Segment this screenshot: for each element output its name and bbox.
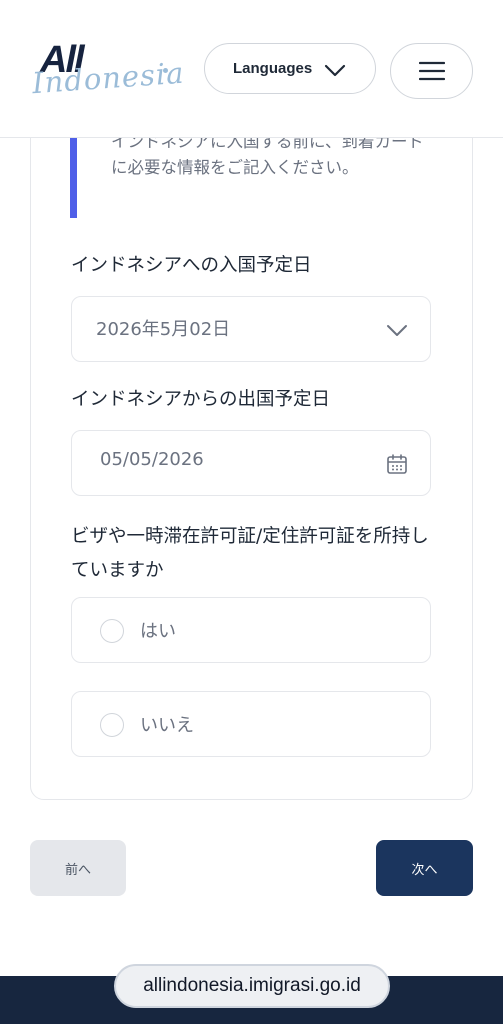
all-indonesia-logo[interactable]: All Indonesia (31, 38, 185, 102)
radio-option-no[interactable]: いいえ (71, 691, 431, 757)
hamburger-menu-icon (419, 61, 445, 81)
arrival-date-label: インドネシアへの入国予定日 (71, 255, 312, 276)
calendar-icon[interactable] (386, 453, 408, 475)
radio-button[interactable] (100, 619, 124, 643)
menu-button[interactable] (390, 43, 473, 99)
arrival-date-select[interactable]: 2026年5月02日 (71, 296, 431, 362)
departure-date-input[interactable]: 05/05/2026 (71, 430, 431, 496)
radio-label-yes: はい (140, 621, 176, 642)
visa-question-label: ビザや一時滞在許可証/定住許可証を所持していますか (71, 526, 429, 581)
languages-label: Languages (233, 60, 313, 77)
logo-dot (163, 68, 168, 73)
next-button[interactable]: 次へ (376, 840, 473, 896)
previous-button[interactable]: 前へ (30, 840, 126, 896)
site-header: All Indonesia Languages (0, 0, 503, 138)
departure-date-label: インドネシアからの出国予定日 (71, 389, 331, 410)
departure-date-value: 05/05/2026 (100, 449, 204, 470)
radio-button[interactable] (100, 713, 124, 737)
radio-label-no: いいえ (140, 715, 194, 736)
radio-option-yes[interactable]: はい (71, 597, 431, 663)
chevron-down-icon (387, 325, 407, 336)
languages-button[interactable]: Languages (204, 43, 376, 94)
chevron-down-icon (324, 64, 346, 77)
browser-url-bar[interactable]: allindonesia.imigrasi.go.id (114, 964, 390, 1008)
notice-callout: インドネシアに入国する前に、到着カードに必要な情報をご記入ください。 (70, 128, 430, 218)
arrival-date-value: 2026年5月02日 (96, 319, 231, 340)
